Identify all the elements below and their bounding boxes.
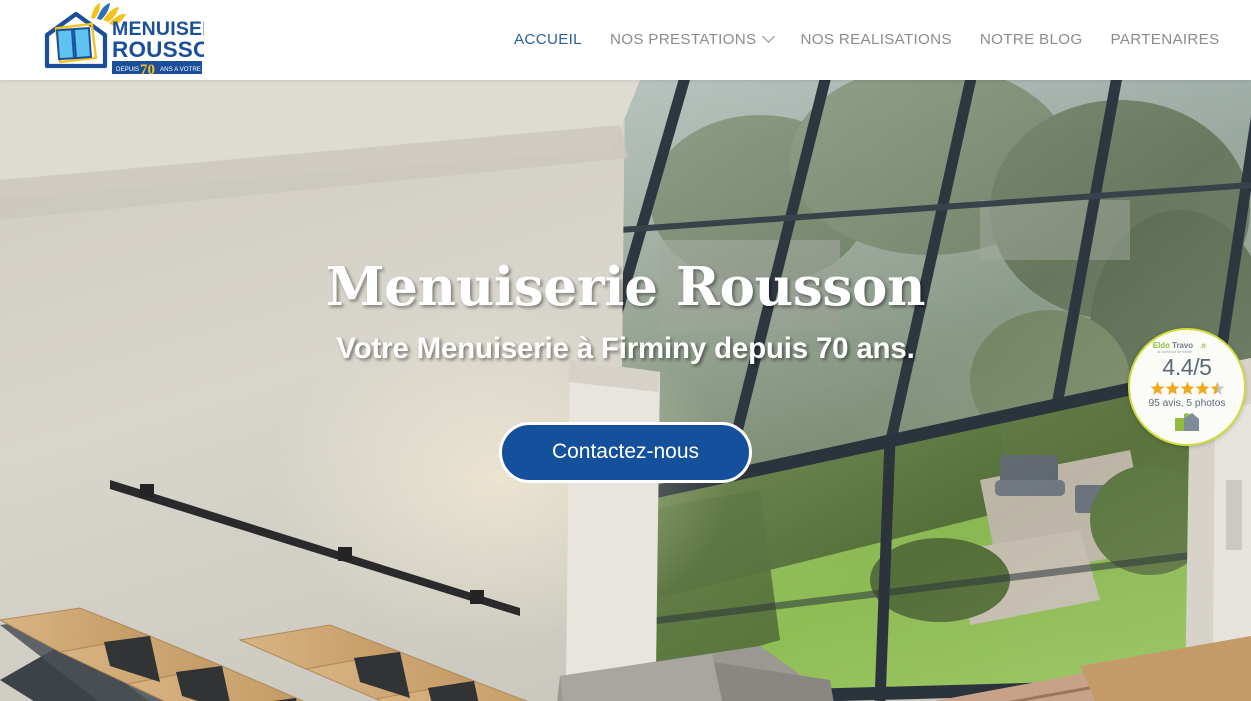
rating-reviews-count: 95 avis, 5 photos bbox=[1148, 398, 1226, 410]
nav-item-notre-blog[interactable]: NOTRE BLOG bbox=[966, 32, 1097, 47]
nav-item-partenaires-label: PARTENAIRES bbox=[1110, 31, 1220, 49]
nav-item-nos-realisations-label: NOS REALISATIONS bbox=[800, 31, 952, 49]
nav-item-accueil[interactable]: ACCUEIL bbox=[500, 32, 596, 47]
star-half-icon bbox=[1210, 382, 1224, 396]
star-full-icon bbox=[1180, 382, 1194, 396]
nav-item-accueil-label: ACCUEIL bbox=[514, 31, 582, 49]
house-leaf-icon bbox=[1175, 413, 1199, 432]
nav-item-nos-prestations[interactable]: NOS PRESTATIONS bbox=[596, 30, 787, 49]
svg-text:Travo: Travo bbox=[1172, 341, 1193, 350]
nav-item-partenaires[interactable]: PARTENAIRES bbox=[1096, 32, 1233, 47]
nav-item-notre-blog-label: NOTRE BLOG bbox=[979, 31, 1083, 49]
hero-background-image bbox=[0, 80, 1251, 701]
star-full-icon bbox=[1195, 382, 1209, 396]
svg-text:Eldo: Eldo bbox=[1153, 341, 1170, 350]
star-full-icon bbox=[1165, 382, 1179, 396]
rating-score: 4.4/5 bbox=[1162, 354, 1212, 380]
eldotravo-rating-badge[interactable]: Eldo Travo .fr la confiance se mérite 4.… bbox=[1128, 328, 1246, 446]
hero-cta-button[interactable]: Contactez-nous bbox=[498, 422, 753, 484]
main-navigation: ACCUEIL NOS PRESTATIONS NOS REALISATIONS… bbox=[500, 0, 1251, 80]
svg-text:ROUSSON: ROUSSON bbox=[112, 37, 204, 62]
site-logo-link[interactable]: MENUISERIE ROUSSON DEPUIS 70 ANS A VOTRE… bbox=[34, 2, 204, 78]
site-header: MENUISERIE ROUSSON DEPUIS 70 ANS A VOTRE… bbox=[0, 0, 1251, 80]
svg-text:70: 70 bbox=[140, 62, 155, 78]
star-full-icon bbox=[1150, 382, 1164, 396]
hero-section: Menuiserie Rousson Votre Menuiserie à Fi… bbox=[0, 80, 1251, 701]
rating-stars bbox=[1150, 381, 1225, 396]
svg-text:.fr: .fr bbox=[1200, 343, 1207, 350]
svg-text:ANS A VOTRE SERVICE: ANS A VOTRE SERVICE bbox=[160, 66, 204, 73]
nav-item-nos-prestations-label: NOS PRESTATIONS bbox=[609, 31, 757, 49]
site-logo: MENUISERIE ROUSSON DEPUIS 70 ANS A VOTRE… bbox=[44, 3, 204, 78]
logo-anniversary-banner: DEPUIS 70 ANS A VOTRE SERVICE bbox=[112, 61, 204, 78]
logo-house-icon bbox=[44, 11, 108, 69]
svg-text:DEPUIS: DEPUIS bbox=[116, 66, 139, 73]
nav-item-nos-realisations[interactable]: NOS REALISATIONS bbox=[787, 32, 966, 47]
chevron-down-icon bbox=[761, 30, 775, 44]
eldotravo-logo-icon: Eldo Travo .fr la confiance se mérite bbox=[1153, 341, 1207, 354]
